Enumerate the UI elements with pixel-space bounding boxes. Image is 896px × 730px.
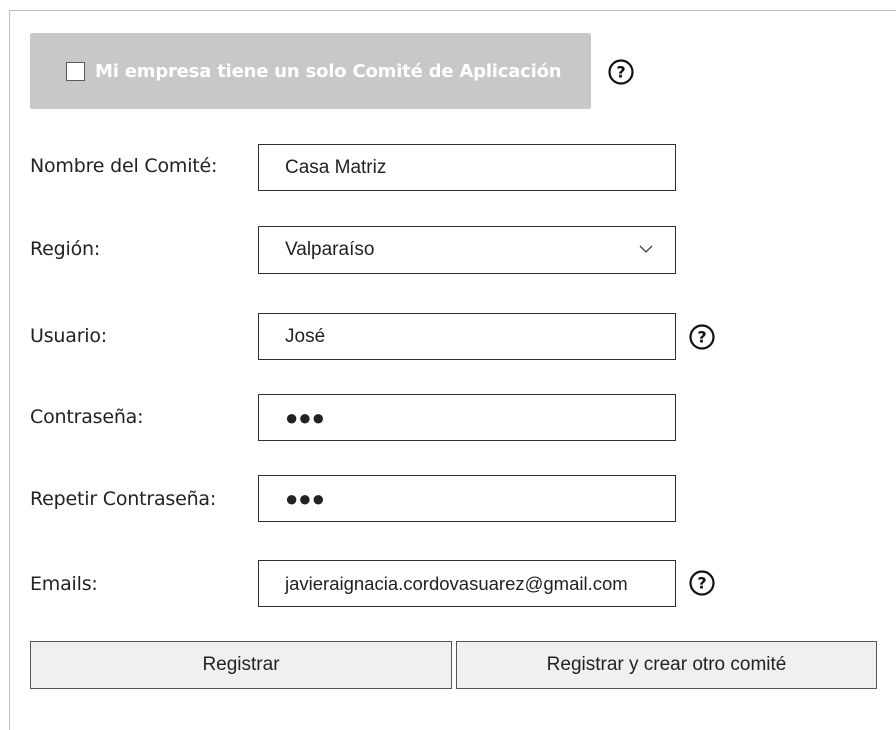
user-label: Usuario:	[30, 325, 108, 347]
svg-text:?: ?	[697, 328, 706, 347]
help-icon[interactable]: ?	[689, 570, 715, 596]
user-input[interactable]: José	[258, 313, 676, 360]
emails-label: Emails:	[30, 573, 98, 595]
password-label: Contraseña:	[30, 406, 144, 428]
chevron-down-icon	[639, 245, 653, 253]
help-icon[interactable]: ?	[689, 324, 715, 350]
register-button[interactable]: Registrar	[30, 641, 452, 689]
committee-name-input[interactable]: Casa Matriz	[258, 144, 676, 191]
checkbox-icon[interactable]	[66, 61, 85, 81]
svg-text:?: ?	[616, 63, 625, 82]
register-and-new-button[interactable]: Registrar y crear otro comité	[456, 641, 877, 689]
committee-name-label: Nombre del Comité:	[30, 155, 218, 177]
single-committee-checkbox[interactable]: Mi empresa tiene un solo Comité de Aplic…	[30, 33, 591, 109]
region-label: Región:	[30, 238, 101, 260]
form-panel	[9, 10, 896, 730]
region-select[interactable]: Valparaíso	[258, 226, 676, 274]
password-input[interactable]: ●●●	[258, 394, 676, 441]
emails-input[interactable]: javieraignacia.cordovasuarez@gmail.com	[258, 560, 676, 607]
repeat-password-input[interactable]: ●●●	[258, 475, 676, 522]
help-icon[interactable]: ?	[608, 59, 634, 85]
repeat-password-label: Repetir Contraseña:	[30, 488, 217, 510]
single-committee-label: Mi empresa tiene un solo Comité de Aplic…	[95, 60, 562, 82]
region-selected-value: Valparaíso	[285, 239, 375, 260]
svg-text:?: ?	[697, 574, 706, 593]
